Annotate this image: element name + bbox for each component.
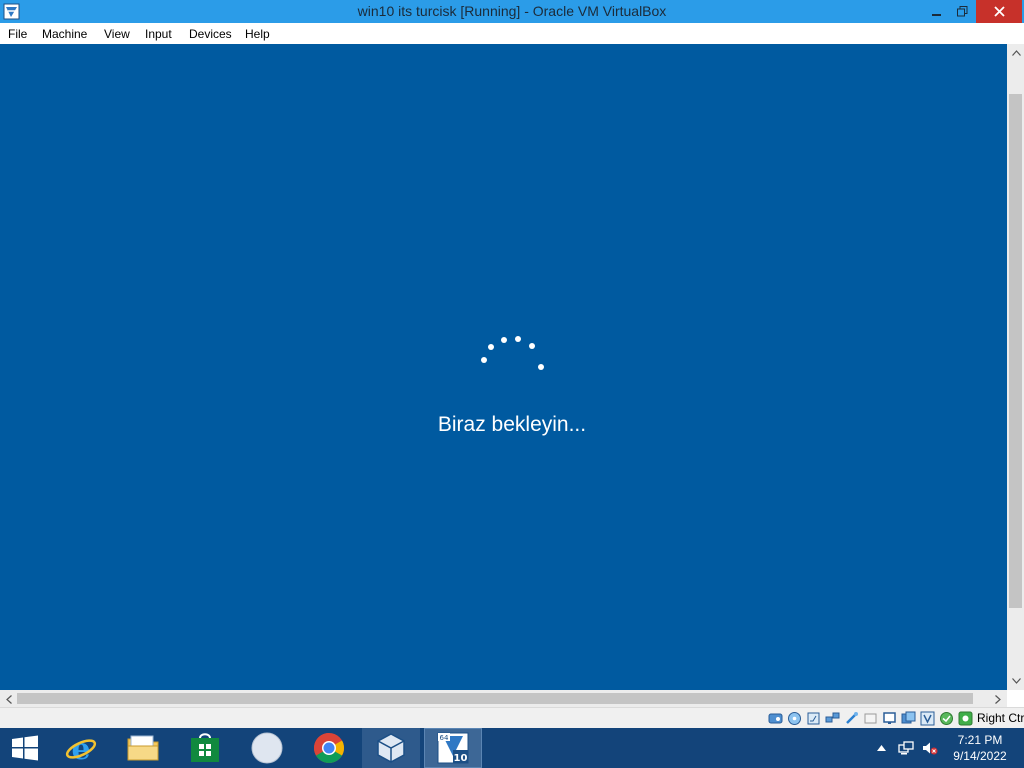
scroll-up-icon[interactable]	[1009, 46, 1023, 60]
loading-spinner-dot	[538, 364, 544, 370]
status-bar: Right Ctrl	[0, 707, 1024, 728]
svg-text:64: 64	[440, 734, 449, 742]
folder-icon	[127, 735, 159, 761]
clock-date: 9/14/2022	[953, 749, 1007, 763]
internet-explorer-icon: e	[65, 732, 97, 764]
menu-bar: File Machine View Input Devices Help	[0, 23, 1024, 44]
taskbar-chrome[interactable]	[300, 728, 358, 768]
horizontal-scrollbar[interactable]	[0, 690, 1007, 707]
loading-spinner-dot	[515, 336, 521, 342]
taskbar-app-circle[interactable]	[238, 728, 296, 768]
loading-spinner-dot	[481, 357, 487, 363]
restore-button[interactable]	[947, 0, 977, 23]
please-wait-message: Biraz bekleyin...	[437, 413, 587, 436]
store-icon	[191, 733, 219, 762]
vm-display[interactable]	[0, 44, 1007, 690]
usb-icon[interactable]	[844, 711, 859, 726]
chevron-up-icon	[876, 745, 886, 751]
optical-drive-icon[interactable]	[787, 711, 802, 726]
app-circle-icon	[251, 732, 283, 764]
chrome-icon	[313, 733, 345, 764]
taskbar-store[interactable]	[176, 728, 234, 768]
display-icon[interactable]	[882, 711, 897, 726]
scroll-left-icon[interactable]	[2, 692, 16, 706]
menu-view[interactable]: View	[104, 26, 130, 42]
taskbar-virtualbox-manager[interactable]	[362, 728, 420, 768]
show-hidden-icons-button[interactable]	[872, 728, 890, 768]
loading-spinner-dot	[501, 337, 507, 343]
audio-icon[interactable]	[806, 711, 821, 726]
virtualbox-manager-icon	[377, 733, 405, 763]
taskbar-file-explorer[interactable]	[114, 728, 172, 768]
title-bar[interactable]: win10 its turcisk [Running] - Oracle VM …	[0, 0, 1024, 23]
loading-spinner-dot	[529, 343, 535, 349]
network-icon[interactable]	[825, 711, 840, 726]
tray-volume[interactable]	[920, 728, 940, 768]
window-title: win10 its turcisk [Running] - Oracle VM …	[357, 3, 667, 19]
taskbar-clock[interactable]: 7:21 PM 9/14/2022	[944, 732, 1016, 764]
menu-devices[interactable]: Devices	[189, 26, 232, 42]
menu-machine[interactable]: Machine	[42, 26, 87, 42]
menu-file[interactable]: File	[8, 26, 27, 42]
host-key-label: Right Ctrl	[977, 711, 1024, 725]
scroll-down-icon[interactable]	[1009, 674, 1023, 688]
restore-icon	[956, 6, 967, 17]
tray-network[interactable]	[896, 728, 916, 768]
cpu-icon[interactable]	[939, 711, 954, 726]
close-button[interactable]	[976, 0, 1022, 23]
windows-logo-icon	[12, 735, 38, 761]
hard-disk-icon[interactable]	[768, 711, 783, 726]
scroll-right-icon[interactable]	[991, 692, 1005, 706]
virtualbox-window: win10 its turcisk [Running] - Oracle VM …	[0, 0, 1024, 768]
menu-help[interactable]: Help	[245, 26, 270, 42]
vertical-scrollbar[interactable]	[1007, 44, 1024, 690]
clock-time: 7:21 PM	[957, 733, 1003, 747]
menu-input[interactable]: Input	[145, 26, 172, 42]
mouse-integration-icon[interactable]	[958, 711, 973, 726]
horizontal-scroll-thumb[interactable]	[17, 693, 973, 704]
svg-text:10: 10	[454, 753, 468, 764]
speaker-muted-icon	[923, 742, 938, 755]
virtualbox-vm-win10-icon: 64 10	[437, 732, 469, 764]
taskbar-internet-explorer[interactable]: e	[52, 728, 110, 768]
close-icon	[993, 6, 1005, 17]
shared-folders-icon[interactable]	[863, 711, 878, 726]
video-capture-icon[interactable]	[901, 711, 916, 726]
start-button[interactable]	[0, 728, 50, 768]
virtualization-icon[interactable]	[920, 711, 935, 726]
taskbar-virtualbox-vm-win10[interactable]: 64 10	[424, 728, 482, 768]
svg-text:e: e	[71, 732, 90, 764]
minimize-icon	[932, 13, 941, 16]
vertical-scroll-thumb[interactable]	[1009, 94, 1022, 608]
taskbar: e 64 10 7:21 PM 9/14/2022	[0, 728, 1024, 768]
loading-spinner-dot	[488, 344, 494, 350]
network-tray-icon	[898, 741, 914, 755]
